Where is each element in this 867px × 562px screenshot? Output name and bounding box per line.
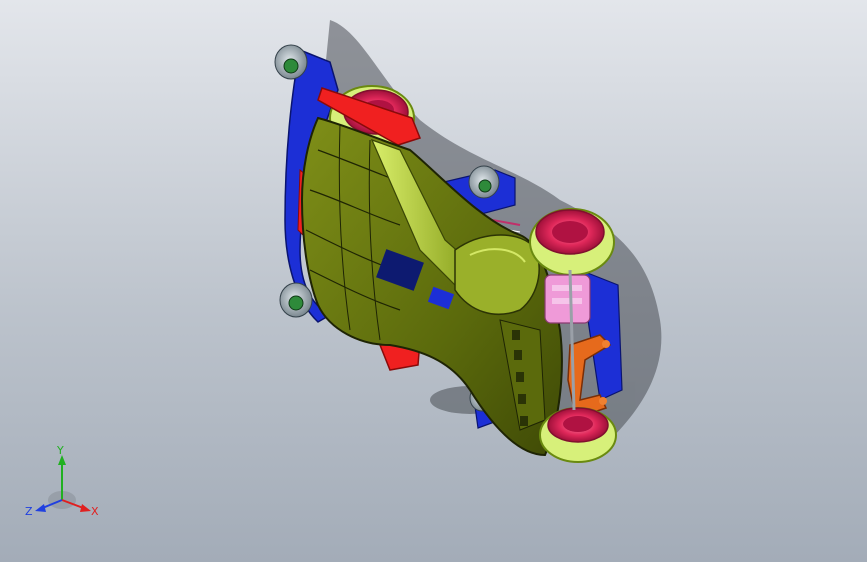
car-model-3d-view[interactable] <box>0 0 867 562</box>
x-axis-label: X <box>91 505 99 518</box>
z-axis-label: Z <box>25 505 33 518</box>
wheel-front-right[interactable] <box>529 208 615 276</box>
wheel-front-left[interactable] <box>539 407 617 463</box>
roller-front-right[interactable] <box>468 165 500 199</box>
gear-motor[interactable] <box>544 274 591 324</box>
z-axis-arrow <box>35 504 46 512</box>
body-shell[interactable] <box>300 116 563 457</box>
roller-rear-left[interactable] <box>279 282 313 318</box>
roller-front-left[interactable] <box>274 44 308 80</box>
y-axis-label: Y <box>56 445 64 457</box>
x-axis-arrow <box>80 504 91 512</box>
graphics-viewport[interactable]: Y X Z <box>0 0 867 562</box>
coordinate-triad[interactable]: Y X Z <box>20 444 110 525</box>
